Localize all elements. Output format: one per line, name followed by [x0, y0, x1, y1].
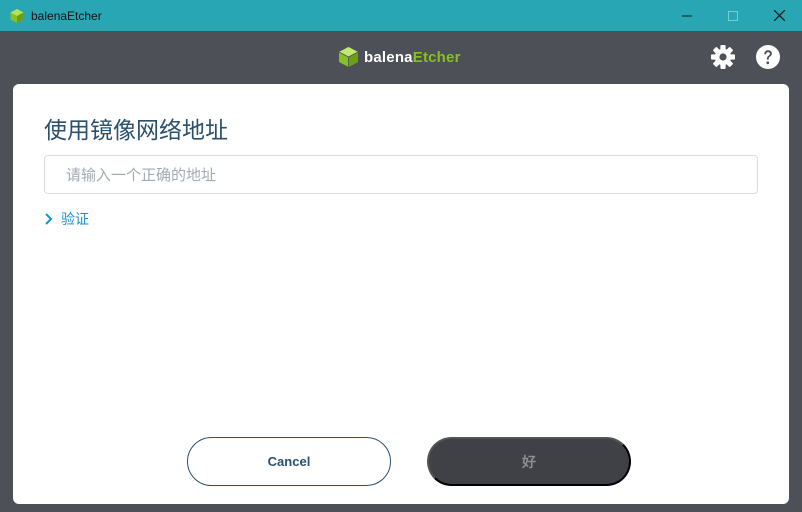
ok-button[interactable]: 好 — [427, 437, 631, 486]
help-button[interactable] — [755, 44, 781, 70]
gear-icon — [711, 45, 735, 69]
auth-toggle[interactable]: 验证 — [44, 209, 89, 229]
dialog-title: 使用镜像网络地址 — [44, 118, 228, 144]
minimize-button[interactable] — [664, 0, 710, 31]
question-icon — [756, 45, 780, 69]
app-header: balena Etcher — [0, 31, 802, 83]
window-title: balenaEtcher — [31, 8, 102, 23]
brand-name-balena: balena — [364, 48, 413, 66]
auth-toggle-label: 验证 — [61, 212, 89, 228]
window-controls — [664, 0, 802, 31]
close-icon — [773, 10, 785, 21]
settings-button[interactable] — [710, 44, 736, 70]
close-button[interactable] — [756, 0, 802, 31]
balena-cube-icon — [9, 8, 25, 24]
brand-logo: balena Etcher — [338, 46, 461, 68]
brand-name-etcher: Etcher — [412, 48, 461, 66]
minimize-icon — [682, 15, 692, 16]
url-input[interactable] — [44, 155, 758, 194]
maximize-button[interactable] — [710, 0, 756, 31]
maximize-icon — [728, 10, 738, 21]
url-dialog: 使用镜像网络地址 验证 Cancel 好 — [13, 84, 789, 504]
balena-logo-icon — [338, 46, 359, 68]
window-titlebar: balenaEtcher — [0, 0, 802, 31]
chevron-right-icon — [44, 212, 54, 226]
cancel-button[interactable]: Cancel — [187, 437, 391, 486]
